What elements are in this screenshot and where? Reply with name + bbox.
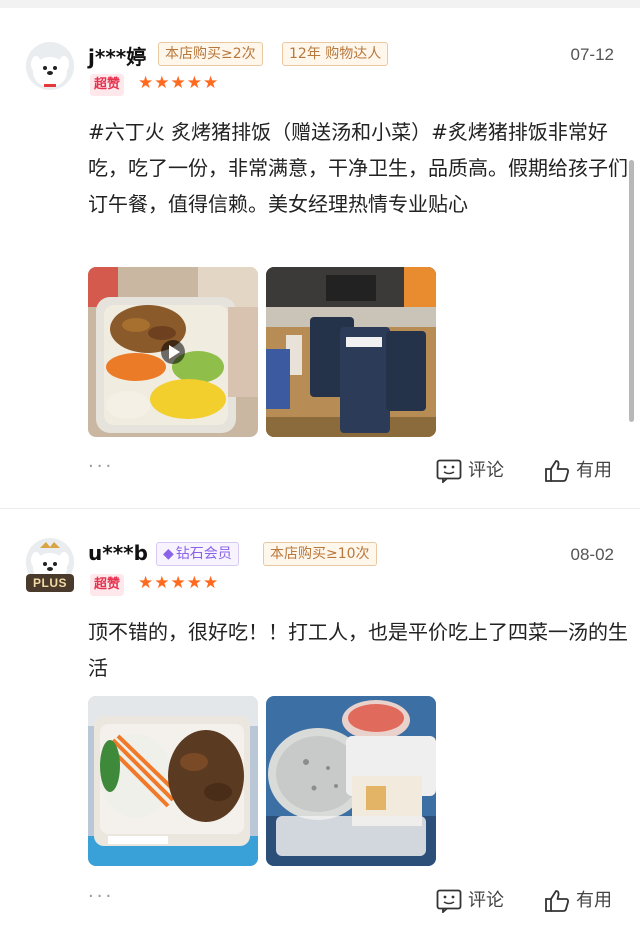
review-date: 07-12 bbox=[570, 45, 614, 64]
review-photo-delivery-bags[interactable] bbox=[266, 267, 436, 437]
repeat-purchase-tag: 本店购买≥2次 bbox=[158, 42, 263, 66]
review-text: 顶不错的，很好吃！！打工人，也是平价吃上了四菜一汤的生活 bbox=[88, 620, 628, 680]
review-text: #六丁火 炙烤猪排饭（赠送汤和小菜）#炙烤猪排饭非常好吃，吃了一份，非常满意，干… bbox=[88, 120, 628, 216]
comment-button[interactable]: 评论 bbox=[436, 456, 504, 484]
helpful-label: 有用 bbox=[576, 460, 612, 481]
mascot-dog-icon bbox=[26, 42, 74, 90]
diamond-icon: ◆ bbox=[163, 546, 174, 562]
super-like-badge: 超赞 bbox=[90, 74, 125, 96]
avatar[interactable] bbox=[26, 42, 74, 90]
repeat-purchase-tag: 本店购买≥10次 bbox=[263, 542, 377, 566]
thumbs-up-icon bbox=[545, 890, 569, 912]
review-divider bbox=[0, 508, 640, 509]
comment-button[interactable]: 评论 bbox=[436, 886, 504, 914]
review-photo-food-bowl[interactable] bbox=[88, 267, 258, 437]
super-like-badge: 超赞 bbox=[90, 574, 125, 596]
username[interactable]: u***b bbox=[88, 541, 148, 565]
shopping-expert-tag: 12年 购物达人 bbox=[282, 42, 389, 66]
plus-member-badge: PLUS bbox=[26, 574, 74, 592]
helpful-label: 有用 bbox=[576, 890, 612, 911]
review-photo-rice-box[interactable] bbox=[88, 696, 258, 866]
helpful-button[interactable]: 有用 bbox=[544, 886, 612, 913]
helpful-button[interactable]: 有用 bbox=[544, 456, 612, 483]
star-rating: ★★★★★ bbox=[138, 73, 220, 93]
username[interactable]: j***婷 bbox=[88, 41, 146, 70]
review-photo-soup-containers[interactable] bbox=[266, 696, 436, 866]
thumbs-up-icon bbox=[545, 460, 569, 482]
comment-label: 评论 bbox=[468, 890, 504, 911]
more-options-button[interactable]: ··· bbox=[88, 456, 114, 477]
top-divider-band bbox=[0, 0, 640, 8]
more-options-button[interactable]: ··· bbox=[88, 886, 114, 907]
member-tag-label: 钻石会员 bbox=[175, 546, 232, 562]
star-rating: ★★★★★ bbox=[138, 573, 220, 593]
diamond-member-tag: ◆ 钻石会员 bbox=[156, 542, 239, 566]
review-date: 08-02 bbox=[570, 545, 614, 564]
scrollbar[interactable] bbox=[629, 160, 634, 422]
comment-face-icon bbox=[436, 889, 462, 914]
comment-label: 评论 bbox=[468, 460, 504, 481]
comment-face-icon bbox=[436, 459, 462, 484]
